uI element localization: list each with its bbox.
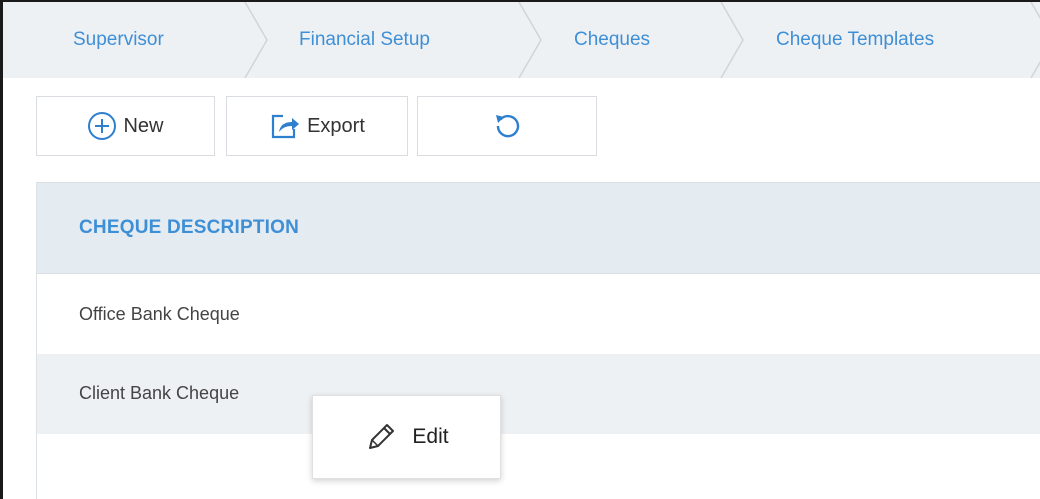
breadcrumb: Supervisor Financial Setup Cheques Chequ… xyxy=(3,2,1040,78)
context-menu: Edit xyxy=(312,395,501,479)
breadcrumb-separator xyxy=(720,2,744,78)
plus-circle-icon xyxy=(87,111,117,141)
breadcrumb-item-supervisor[interactable]: Supervisor xyxy=(73,2,164,78)
refresh-icon xyxy=(492,111,522,141)
context-menu-item-edit-label: Edit xyxy=(412,425,449,448)
breadcrumb-separator xyxy=(1030,2,1040,78)
export-button[interactable]: Export xyxy=(226,96,408,156)
breadcrumb-item-cheques[interactable]: Cheques xyxy=(574,2,650,78)
pencil-icon xyxy=(364,420,398,454)
column-header-cheque-description[interactable]: CHEQUE DESCRIPTION xyxy=(79,183,299,273)
new-button-label: New xyxy=(123,114,164,137)
breadcrumb-item-financial-setup[interactable]: Financial Setup xyxy=(299,2,430,78)
cheque-description-cell: Office Bank Cheque xyxy=(79,304,240,324)
cheque-templates-table: CHEQUE DESCRIPTION Office Bank Cheque Cl… xyxy=(36,182,1040,499)
table-header: CHEQUE DESCRIPTION xyxy=(37,182,1040,274)
breadcrumb-separator xyxy=(518,2,542,78)
new-button[interactable]: New xyxy=(36,96,215,156)
toolbar: New Export xyxy=(3,78,1040,182)
breadcrumb-separator xyxy=(244,2,268,78)
app-frame: Supervisor Financial Setup Cheques Chequ… xyxy=(0,0,1040,499)
breadcrumb-item-cheque-templates[interactable]: Cheque Templates xyxy=(776,2,934,78)
export-icon xyxy=(269,111,301,141)
refresh-button[interactable] xyxy=(417,96,597,156)
table-row[interactable]: Office Bank Cheque xyxy=(37,274,1040,354)
export-button-label: Export xyxy=(307,114,365,137)
cheque-description-cell: Client Bank Cheque xyxy=(79,383,240,403)
context-menu-item-edit[interactable]: Edit xyxy=(313,396,500,478)
table-row[interactable]: Client Bank Cheque xyxy=(37,354,1040,434)
